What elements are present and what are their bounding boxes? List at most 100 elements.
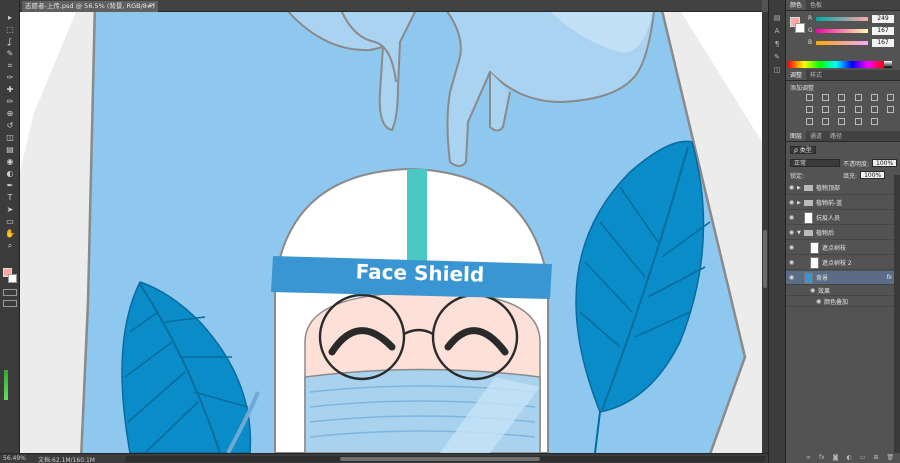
paragraph-icon[interactable]: ¶ xyxy=(771,39,783,49)
brush-icon[interactable]: ✏ xyxy=(2,96,18,108)
marquee-icon[interactable]: ⬚ xyxy=(2,24,18,36)
red-value[interactable]: 249 xyxy=(872,14,894,23)
tab-channels[interactable]: 通道 xyxy=(806,131,826,141)
eraser-icon[interactable]: ◫ xyxy=(2,132,18,144)
posterize-icon[interactable] xyxy=(822,118,830,125)
hand-icon[interactable]: ✋ xyxy=(2,228,18,240)
background-color-swatch[interactable] xyxy=(8,274,17,283)
black-white-icon[interactable] xyxy=(838,106,846,113)
history-brush-icon[interactable]: ↺ xyxy=(2,120,18,132)
layer-row[interactable]: ◉ 遮点树枝 xyxy=(786,241,894,255)
layer-row[interactable]: ◉ ▶ 植物顶部 xyxy=(786,181,894,195)
layer-row[interactable]: ◉ 颜色叠加 xyxy=(786,297,894,307)
close-tab-icon[interactable]: × xyxy=(150,1,156,9)
document-canvas[interactable]: Face Shield xyxy=(20,12,762,453)
threshold-icon[interactable] xyxy=(838,118,846,125)
collapsed-chevron-icon[interactable]: ▶ xyxy=(797,185,804,191)
exposure-icon[interactable] xyxy=(854,94,862,101)
color-balance-icon[interactable] xyxy=(822,106,830,113)
blue-value[interactable]: 167 xyxy=(872,38,894,47)
character-icon[interactable]: A xyxy=(771,26,783,36)
vibrance-icon[interactable] xyxy=(870,94,878,101)
panel-background-swatch[interactable] xyxy=(795,23,805,33)
history-icon[interactable]: ▤ xyxy=(771,13,783,23)
lasso-icon[interactable]: ʆ xyxy=(2,36,18,48)
expanded-chevron-icon[interactable]: ▼ xyxy=(797,230,804,236)
visibility-eye-icon[interactable]: ◉ xyxy=(786,244,797,251)
quick-mask-icon[interactable] xyxy=(3,289,17,296)
layer-row[interactable]: ◉ 抗疫人员 xyxy=(786,211,894,225)
screen-mode-icon[interactable] xyxy=(3,300,17,307)
move-icon[interactable]: ▸ xyxy=(2,12,18,24)
grayscale-ramp[interactable] xyxy=(884,61,892,68)
curves-icon[interactable] xyxy=(838,94,846,101)
green-slider[interactable] xyxy=(816,28,868,33)
path-select-icon[interactable]: ➤ xyxy=(2,204,18,216)
layer-effects-icon[interactable]: fx xyxy=(886,274,892,281)
add-style-icon[interactable]: fx xyxy=(819,454,825,461)
hue-saturation-icon[interactable] xyxy=(806,106,813,113)
layer-row[interactable]: ◉ 背景 fx xyxy=(786,271,894,285)
horizontal-scroll-thumb[interactable] xyxy=(340,457,540,461)
tab-styles[interactable]: 样式 xyxy=(806,70,826,80)
tab-layers[interactable]: 图层 xyxy=(786,131,807,141)
visibility-eye-icon[interactable]: ◉ xyxy=(786,274,797,281)
blur-icon[interactable]: ◉ xyxy=(2,156,18,168)
gradient-icon[interactable]: ▤ xyxy=(2,144,18,156)
selective-color-icon[interactable] xyxy=(870,118,878,125)
brightness-icon[interactable] xyxy=(806,94,813,101)
zoom-readout[interactable]: 56.49% xyxy=(3,455,26,462)
add-mask-icon[interactable]: ◙ xyxy=(833,454,839,461)
layer-row[interactable]: ◉ 遮点树枝 2 xyxy=(786,256,894,270)
tab-adjustments[interactable]: 调整 xyxy=(786,70,807,80)
visibility-eye-icon[interactable]: ◉ xyxy=(786,229,797,236)
red-slider[interactable] xyxy=(816,16,868,21)
channel-mixer-icon[interactable] xyxy=(870,106,878,113)
pen-icon[interactable]: ✒ xyxy=(2,180,18,192)
tab-paths[interactable]: 路径 xyxy=(826,131,846,141)
new-group-icon[interactable]: ▭ xyxy=(860,454,866,461)
color-spectrum[interactable] xyxy=(788,61,884,68)
document-tab[interactable]: 志愿者-上传.psd @ 56.5% (背景, RGB/8#) xyxy=(22,1,158,12)
blend-mode-dropdown[interactable]: 正常 xyxy=(790,159,840,167)
new-adjustment-icon[interactable]: ◐ xyxy=(846,454,851,461)
effect-eye-icon[interactable]: ◉ xyxy=(810,287,818,294)
visibility-eye-icon[interactable]: ◉ xyxy=(786,259,797,266)
photo-filter-icon[interactable] xyxy=(854,106,862,113)
crop-icon[interactable]: ⌗ xyxy=(2,60,18,72)
tab-color[interactable]: 颜色 xyxy=(786,0,807,10)
clone-stamp-icon[interactable]: ⊕ xyxy=(2,108,18,120)
gradient-map-icon[interactable] xyxy=(854,118,862,125)
eyedropper-icon[interactable]: ✑ xyxy=(2,72,18,84)
visibility-eye-icon[interactable]: ◉ xyxy=(786,184,797,191)
tab-swatches[interactable]: 色板 xyxy=(806,0,826,10)
properties-icon[interactable]: ◫ xyxy=(771,65,783,75)
link-layers-icon[interactable]: ∞ xyxy=(806,454,811,461)
effect-eye-icon[interactable]: ◉ xyxy=(816,298,824,305)
quick-select-icon[interactable]: ✎ xyxy=(2,48,18,60)
zoom-icon[interactable]: ⌕ xyxy=(2,240,18,252)
visibility-eye-icon[interactable]: ◉ xyxy=(786,214,797,221)
opacity-input[interactable]: 100% xyxy=(872,159,898,167)
spot-heal-icon[interactable]: ✚ xyxy=(2,84,18,96)
horizontal-scrollbar[interactable] xyxy=(125,456,765,462)
layer-row[interactable]: ◉ ▼ 植物后 xyxy=(786,226,894,240)
layers-scrollbar[interactable] xyxy=(894,175,900,453)
brush-presets-icon[interactable]: ✎ xyxy=(771,52,783,62)
fill-input[interactable]: 100% xyxy=(860,171,886,179)
color-lookup-icon[interactable] xyxy=(886,106,894,113)
vertical-scroll-thumb[interactable] xyxy=(763,230,767,288)
green-value[interactable]: 167 xyxy=(872,26,894,35)
delete-layer-icon[interactable]: 🗑 xyxy=(886,454,894,461)
new-layer-icon[interactable]: ⊞ xyxy=(873,454,878,461)
type-icon[interactable]: T xyxy=(2,192,18,204)
dodge-icon[interactable]: ◐ xyxy=(2,168,18,180)
levels-icon[interactable] xyxy=(822,94,830,101)
visibility-eye-icon[interactable]: ◉ xyxy=(786,199,797,206)
blue-slider[interactable] xyxy=(816,40,868,45)
layer-row[interactable]: ◉ ▶ 植物前-蓝 xyxy=(786,196,894,210)
layer-filter-dropdown[interactable]: ρ 类型 xyxy=(790,146,816,154)
shape-icon[interactable]: ▭ xyxy=(2,216,18,228)
invert-icon[interactable] xyxy=(806,118,813,125)
triangle-gradient-icon[interactable] xyxy=(886,94,894,101)
